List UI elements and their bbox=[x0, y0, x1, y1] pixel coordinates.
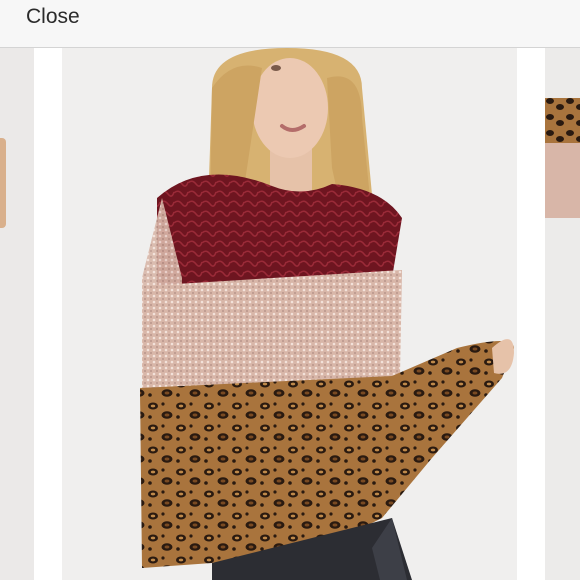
modal-header: Close bbox=[0, 0, 580, 48]
gallery-gap-right bbox=[517, 48, 545, 580]
next-image-preview[interactable] bbox=[545, 48, 580, 580]
gallery-gap-left bbox=[34, 48, 62, 580]
model-illustration bbox=[140, 48, 514, 580]
product-photo[interactable] bbox=[62, 48, 517, 580]
previous-image-edge bbox=[0, 138, 6, 228]
image-gallery[interactable] bbox=[0, 48, 580, 580]
next-image-edge bbox=[545, 98, 580, 218]
previous-image-preview[interactable] bbox=[0, 48, 34, 580]
close-button[interactable]: Close bbox=[26, 6, 80, 28]
